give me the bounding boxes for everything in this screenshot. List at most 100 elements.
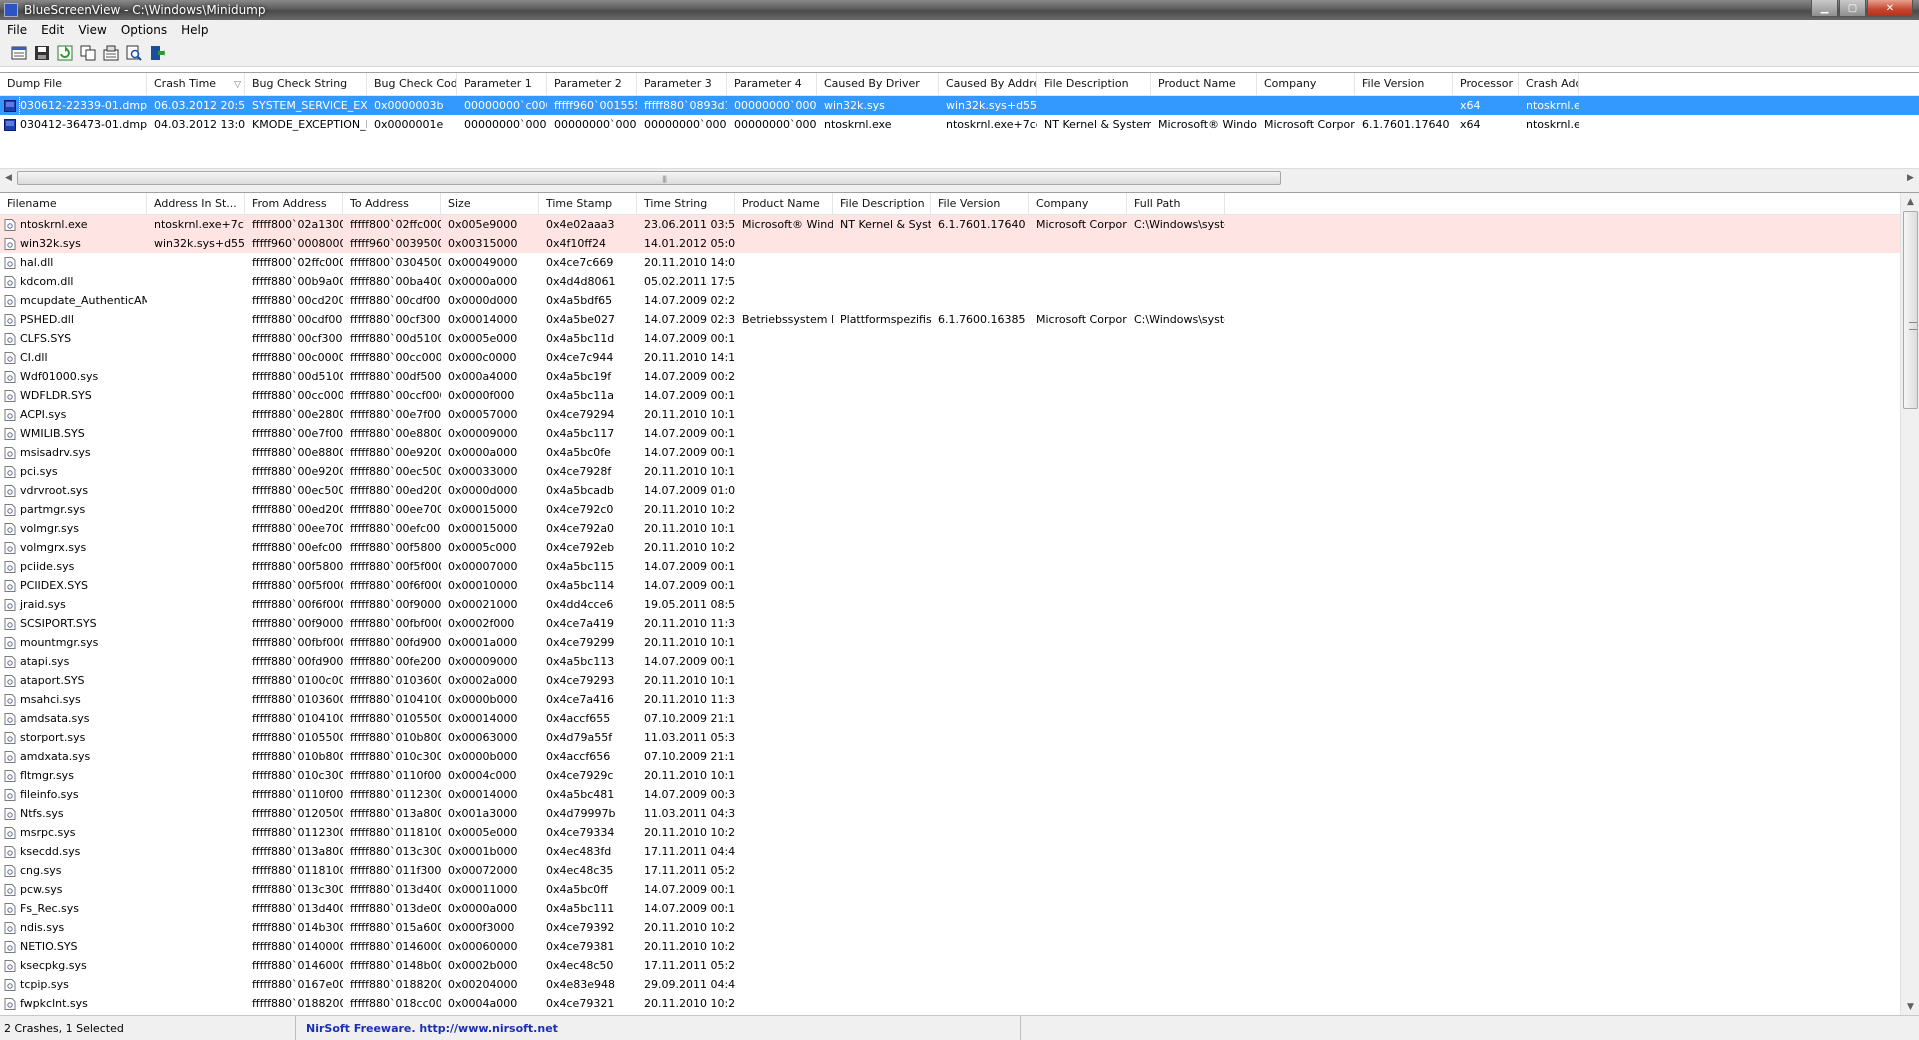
driver-header-time-string[interactable]: Time String [637,193,735,214]
driver-row[interactable]: CLFS.SYS fffff880`00cf3000 fffff880`00d510… [0,329,1900,348]
driver-row[interactable]: msisadrv.sys fffff880`00e88000 fffff880`00… [0,443,1900,462]
driver-row[interactable]: CI.dll fffff880`00c00000 fffff880`00cc0000… [0,348,1900,367]
crash-row[interactable]: 030612-22339-01.dmp 06.03.2012 20:58:17 SY… [0,96,1919,115]
driver-row[interactable]: atapi.sys fffff880`00fd9000 fffff880`00fe2… [0,652,1900,671]
driver-header-address-in-st[interactable]: Address In St...⁄ [147,193,245,214]
driver-row[interactable]: hal.dll fffff800`02ffc000 fffff800`030450 0… [0,253,1900,272]
driver-row[interactable]: amdxata.sys fffff880`010b8000 fffff880`010… [0,747,1900,766]
crash-header-caused-by-driver[interactable]: Caused By Driver [817,73,939,95]
driver-row[interactable]: amdsata.sys fffff880`01041000 fffff880`010… [0,709,1900,728]
menu-edit[interactable]: Edit [34,23,71,37]
scroll-down-icon[interactable]: ▼ [1901,998,1919,1015]
driver-row[interactable]: fileinfo.sys fffff880`0110f000 fffff880`01… [0,785,1900,804]
driver-header-file-description[interactable]: File Description [833,193,931,214]
scroll-left-icon[interactable]: ◀ [0,169,17,186]
driver-header-filename[interactable]: Filename [0,193,147,214]
crash-header-parameter-3[interactable]: Parameter 3 [637,73,727,95]
driver-cell-to-address: fffff880`011f3000 [350,864,441,877]
driver-header-company[interactable]: Company [1029,193,1127,214]
driver-row[interactable]: volmgrx.sys fffff880`00efc000 fffff880`00f… [0,538,1900,557]
driver-row[interactable]: PCIIDEX.SYS fffff880`00f5f000 fffff880`00f… [0,576,1900,595]
driver-header-to-address[interactable]: To Address [343,193,441,214]
vertical-scroll-thumb[interactable] [1903,211,1918,409]
nirsoft-link[interactable]: NirSoft Freeware. http://www.nirsoft.net [296,1016,1021,1040]
crash-header-crash-add[interactable]: Crash Add [1519,73,1579,95]
exit-button[interactable] [148,44,166,62]
crash-header-bug-check-code[interactable]: Bug Check Code [367,73,457,95]
driver-row[interactable]: ntoskrnl.exe ntoskrnl.exe+7c1e9 fffff800`0… [0,215,1900,234]
driver-row[interactable]: ataport.SYS fffff880`0100c000 fffff880`010… [0,671,1900,690]
driver-row[interactable]: ACPI.sys fffff880`00e28000 fffff880`00e7f0… [0,405,1900,424]
driver-header-full-path[interactable]: Full Path [1127,193,1225,214]
crash-header-company[interactable]: Company [1257,73,1355,95]
driver-row[interactable]: fltmgr.sys fffff880`010c3000 fffff880`0110… [0,766,1900,785]
crash-header-processor[interactable]: Processor [1453,73,1519,95]
crash-header-file-description[interactable]: File Description [1037,73,1151,95]
driver-row[interactable]: NETIO.SYS fffff880`01400000 fffff880`01460… [0,937,1900,956]
driver-row[interactable]: WMILIB.SYS fffff880`00e7f000 fffff880`00e8… [0,424,1900,443]
driver-row[interactable]: jraid.sys fffff880`00f6f000 fffff880`00f90… [0,595,1900,614]
refresh-icon [57,45,73,61]
driver-row[interactable]: partmgr.sys fffff880`00ed2000 fffff880`00e… [0,500,1900,519]
crash-header-file-version[interactable]: File Version [1355,73,1453,95]
driver-row[interactable]: WDFLDR.SYS fffff880`00cc0000 fffff880`00cc… [0,386,1900,405]
crash-header-parameter-4[interactable]: Parameter 4 [727,73,817,95]
driver-row[interactable]: Wdf01000.sys fffff880`00d51000 fffff880`00… [0,367,1900,386]
save-button[interactable] [33,44,51,62]
menu-file[interactable]: File [0,23,34,37]
driver-row[interactable]: Fs_Rec.sys fffff880`013d4000 fffff880`013d… [0,899,1900,918]
crash-header-product-name[interactable]: Product Name [1151,73,1257,95]
driver-row[interactable]: win32k.sys win32k.sys+d5544 fffff960`00080… [0,234,1900,253]
driver-row[interactable]: Ntfs.sys fffff880`01205000 fffff880`013a80… [0,804,1900,823]
crash-list-horizontal-scrollbar[interactable]: ◀ ||| ▶ [0,168,1919,186]
driver-row[interactable]: pci.sys fffff880`00e92000 fffff880`00ec500… [0,462,1900,481]
driver-list-vertical-scrollbar[interactable]: ▲ ▼ [1900,193,1919,1015]
maximize-button[interactable]: ▢ [1839,0,1866,17]
driver-row[interactable]: mcupdate_AuthenticAMD.dll fffff880`00cd20… [0,291,1900,310]
driver-row[interactable]: volmgr.sys fffff880`00ee7000 fffff880`00ef… [0,519,1900,538]
refresh-button[interactable] [56,44,74,62]
menu-options[interactable]: Options [114,23,174,37]
crash-header-parameter-2[interactable]: Parameter 2 [547,73,637,95]
driver-row[interactable]: cng.sys fffff880`01181000 fffff880`011f300… [0,861,1900,880]
driver-row[interactable]: tcpip.sys fffff880`0167e000 fffff880`01882… [0,975,1900,994]
driver-row[interactable]: ksecdd.sys fffff880`013a8000 fffff880`013c… [0,842,1900,861]
properties-button[interactable] [10,44,28,62]
driver-row[interactable]: fwpkclnt.sys fffff880`01882000 fffff880`01… [0,994,1900,1013]
horizontal-scroll-thumb[interactable]: ||| [17,171,1281,185]
driver-row[interactable]: msahci.sys fffff880`01036000 fffff880`0104… [0,690,1900,709]
driver-cell-from-address: fffff880`00e7f000 [252,427,343,440]
driver-row[interactable]: pciide.sys fffff880`00f58000 fffff880`00f5… [0,557,1900,576]
driver-row[interactable]: SCSIPORT.SYS fffff880`00f90000 fffff880`00… [0,614,1900,633]
crash-header-dump-file[interactable]: Dump File [0,73,147,95]
advanced-options-button[interactable] [102,44,120,62]
crash-header-parameter-1[interactable]: Parameter 1 [457,73,547,95]
crash-header-bug-check-string[interactable]: Bug Check String [245,73,367,95]
find-button[interactable] [125,44,143,62]
driver-row[interactable]: mountmgr.sys fffff880`00fbf000 fffff880`00… [0,633,1900,652]
crash-header-caused-by-address[interactable]: Caused By Address [939,73,1037,95]
scroll-right-icon[interactable]: ▶ [1902,169,1919,186]
menu-help[interactable]: Help [174,23,215,37]
pane-splitter[interactable] [0,186,1919,193]
crash-header-crash-time[interactable]: Crash Time ▽ [147,73,245,95]
copy-button[interactable] [79,44,97,62]
driver-row[interactable]: ksecpkg.sys fffff880`01460000 fffff880`014… [0,956,1900,975]
driver-row[interactable]: kdcom.dll fffff880`00b9a000 fffff880`00ba4… [0,272,1900,291]
close-button[interactable]: ✕ [1867,0,1913,17]
driver-row[interactable]: storport.sys fffff880`01055000 fffff880`01… [0,728,1900,747]
minimize-button[interactable]: ▁ [1811,0,1838,17]
driver-header-from-address[interactable]: From Address [245,193,343,214]
scroll-up-icon[interactable]: ▲ [1901,193,1919,210]
driver-row[interactable]: pcw.sys fffff880`013c3000 fffff880`013d40 0… [0,880,1900,899]
driver-header-file-version[interactable]: File Version [931,193,1029,214]
menu-view[interactable]: View [71,23,113,37]
driver-header-size[interactable]: Size [441,193,539,214]
driver-header-product-name[interactable]: Product Name [735,193,833,214]
crash-row[interactable]: 030412-36473-01.dmp 04.03.2012 13:04:22 KM… [0,115,1919,134]
driver-row[interactable]: vdrvroot.sys fffff880`00ec5000 fffff880`00… [0,481,1900,500]
driver-header-time-stamp[interactable]: Time Stamp [539,193,637,214]
driver-row[interactable]: ndis.sys fffff880`014b3000 fffff880`015a60… [0,918,1900,937]
driver-row[interactable]: PSHED.dll fffff880`00cdf000 fffff880`00cf3… [0,310,1900,329]
driver-row[interactable]: msrpc.sys fffff880`01123000 fffff880`01181… [0,823,1900,842]
